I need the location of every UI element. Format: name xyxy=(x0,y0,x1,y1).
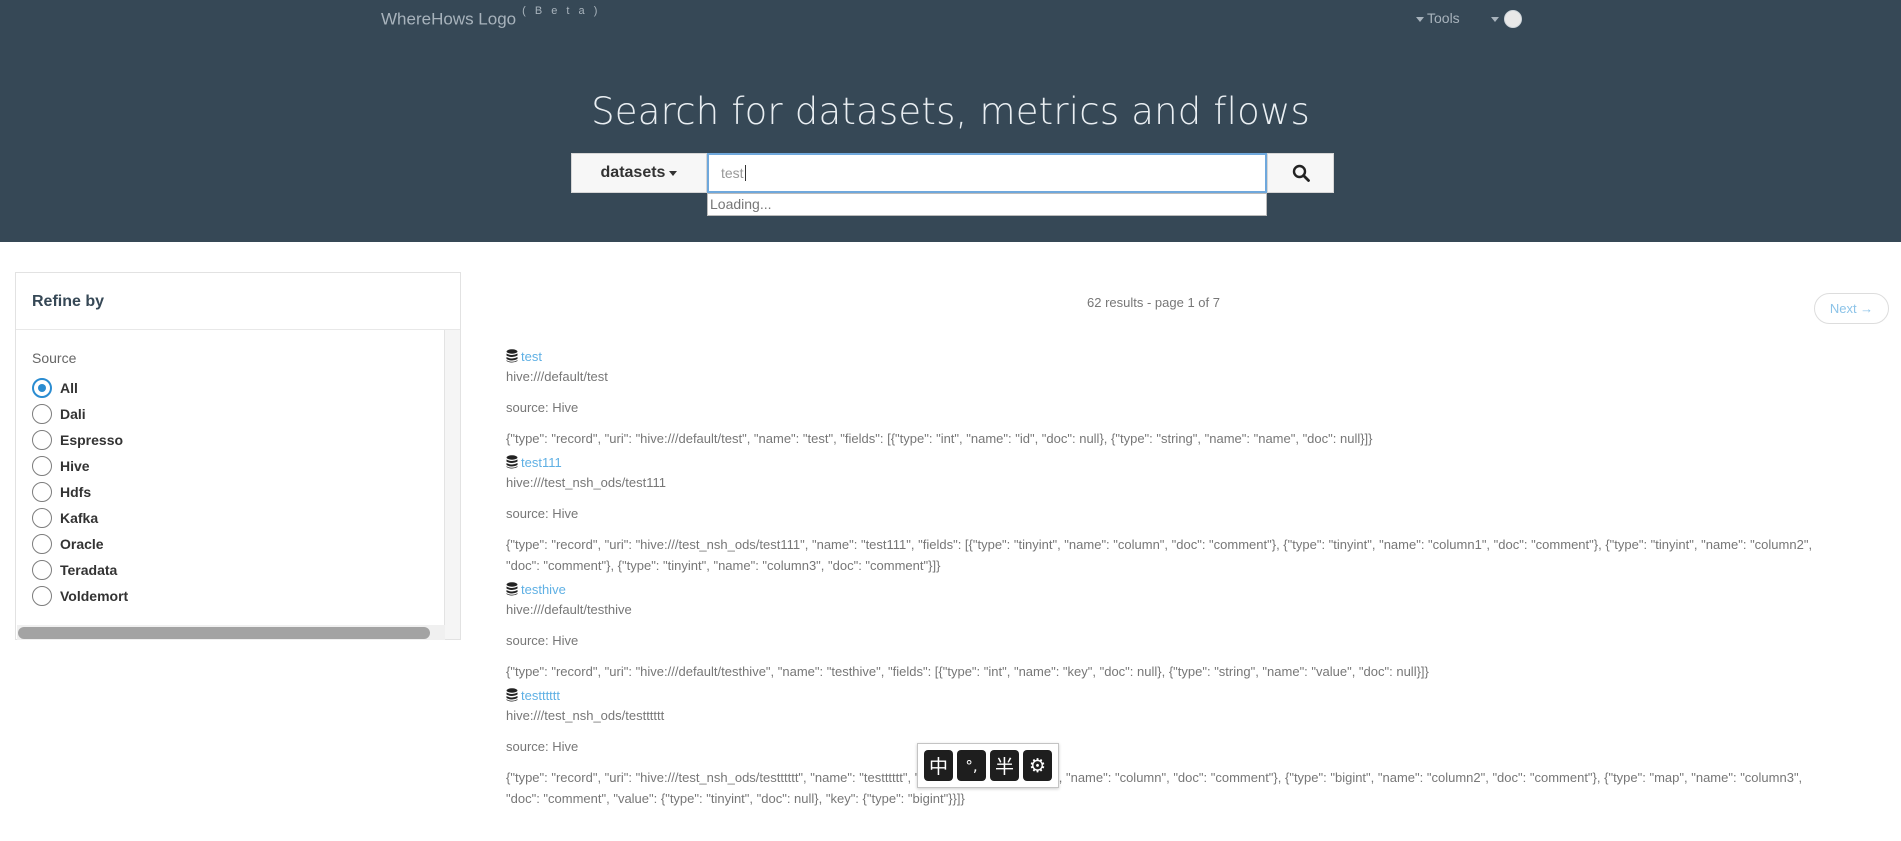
ime-toolbar: 中 °, 半 ⚙ xyxy=(917,743,1059,788)
search-input-value: test xyxy=(721,165,744,181)
dataset-schema: {"type": "record", "uri": "hive:///defau… xyxy=(506,428,1886,449)
refine-panel: Refine by Source All Dali Espresso Hive … xyxy=(15,272,461,640)
search-bar: datasets test xyxy=(571,153,1334,193)
radio-button[interactable] xyxy=(32,508,52,528)
result-item: test111 hive:///test_nsh_ods/test111 sou… xyxy=(506,453,1886,576)
punctuation-icon[interactable]: °, xyxy=(957,750,986,781)
result-item: test hive:///default/test source: Hive {… xyxy=(506,347,1886,449)
caret-down-icon xyxy=(1416,16,1424,22)
source-option-all[interactable]: All xyxy=(32,375,128,401)
search-button[interactable] xyxy=(1267,153,1334,193)
radio-button[interactable] xyxy=(32,430,52,450)
radio-label: Oracle xyxy=(60,536,104,552)
next-page-button[interactable]: Next → xyxy=(1814,293,1889,324)
database-icon xyxy=(506,349,518,363)
dataset-source: source: Hive xyxy=(506,633,579,648)
dataset-link[interactable]: test111 xyxy=(521,455,562,470)
beta-label: ( B e t a ) xyxy=(522,5,601,17)
results-summary: 62 results - page 1 of 7 xyxy=(1087,295,1220,310)
schema-line: "doc": "comment", "value": {"type": "tin… xyxy=(506,791,965,806)
refine-title: Refine by xyxy=(32,293,105,310)
dataset-schema: {"type": "record", "uri": "hive:///test_… xyxy=(506,534,1886,576)
dataset-link[interactable]: test xyxy=(521,349,542,364)
source-option-hdfs[interactable]: Hdfs xyxy=(32,479,128,505)
caret-down-icon xyxy=(669,170,678,176)
source-option-oracle[interactable]: Oracle xyxy=(32,531,128,557)
page-title: Search for datasets, metrics and flows xyxy=(591,90,1310,133)
radio-label: Hive xyxy=(60,458,90,474)
results-list: test hive:///default/test source: Hive {… xyxy=(506,347,1886,813)
source-option-teradata[interactable]: Teradata xyxy=(32,557,128,583)
scrollbar-thumb[interactable] xyxy=(18,627,430,639)
user-menu[interactable] xyxy=(1491,10,1522,28)
dataset-uri: hive:///default/test xyxy=(506,369,608,384)
radio-label: Teradata xyxy=(60,562,118,578)
source-option-hive[interactable]: Hive xyxy=(32,453,128,479)
radio-label: Dali xyxy=(60,406,86,422)
result-title: testhive xyxy=(506,580,1886,598)
database-icon xyxy=(506,582,518,596)
result-item: testttttt hive:///test_nsh_ods/testttttt… xyxy=(506,686,1886,809)
schema-line: {"type": "record", "uri": "hive:///defau… xyxy=(506,431,1373,446)
radio-button[interactable] xyxy=(32,378,52,398)
category-dropdown[interactable]: datasets xyxy=(571,153,707,193)
dataset-link[interactable]: testhive xyxy=(521,582,566,597)
filter-scroll-area: Source All Dali Espresso Hive Hdfs Kafka… xyxy=(16,330,446,627)
database-icon xyxy=(506,688,518,702)
source-radio-group: All Dali Espresso Hive Hdfs Kafka Oracle… xyxy=(32,375,128,609)
radio-label: Voldemort xyxy=(60,588,129,604)
typeahead-dropdown: Loading... xyxy=(707,193,1267,216)
category-label: datasets xyxy=(600,164,666,181)
radio-button[interactable] xyxy=(32,586,52,606)
radio-button[interactable] xyxy=(32,404,52,424)
result-title: testttttt xyxy=(506,686,1886,704)
dataset-source: source: Hive xyxy=(506,400,579,415)
source-option-dali[interactable]: Dali xyxy=(32,401,128,427)
radio-label: All xyxy=(60,380,78,396)
typeahead-status: Loading... xyxy=(710,196,772,212)
search-icon xyxy=(1292,164,1310,182)
logo-text[interactable]: WhereHows Logo xyxy=(381,10,516,29)
radio-button[interactable] xyxy=(32,534,52,554)
dataset-link[interactable]: testttttt xyxy=(521,688,560,703)
radio-label: Espresso xyxy=(60,432,124,448)
database-icon xyxy=(506,455,518,469)
dataset-uri: hive:///test_nsh_ods/test111 xyxy=(506,475,666,490)
horizontal-scrollbar[interactable] xyxy=(17,625,445,640)
caret-down-icon xyxy=(1491,16,1499,22)
gear-icon[interactable]: ⚙ xyxy=(1023,750,1052,781)
radio-button[interactable] xyxy=(32,560,52,580)
logo[interactable]: WhereHows Logo ( B e t a ) xyxy=(381,5,600,30)
source-option-kafka[interactable]: Kafka xyxy=(32,505,128,531)
radio-button[interactable] xyxy=(32,456,52,476)
avatar[interactable] xyxy=(1504,10,1522,28)
tools-label[interactable]: Tools xyxy=(1427,10,1460,26)
search-input[interactable]: test xyxy=(707,153,1267,193)
result-title: test111 xyxy=(506,453,1886,471)
dataset-source: source: Hive xyxy=(506,506,579,521)
schema-line: {"type": "record", "uri": "hive:///defau… xyxy=(506,664,1429,679)
schema-line: {"type": "record", "uri": "hive:///test_… xyxy=(506,537,1813,552)
source-label: Source xyxy=(32,350,77,366)
tools-menu[interactable]: Tools xyxy=(1416,10,1460,26)
vertical-scrollbar[interactable] xyxy=(444,330,460,639)
radio-button[interactable] xyxy=(32,482,52,502)
dataset-uri: hive:///test_nsh_ods/testttttt xyxy=(506,708,665,723)
radio-label: Hdfs xyxy=(60,484,92,500)
schema-line: "doc": "comment"}, {"type": "tinyint", "… xyxy=(506,558,941,573)
half-width-icon[interactable]: 半 xyxy=(990,750,1019,781)
source-option-espresso[interactable]: Espresso xyxy=(32,427,128,453)
dataset-uri: hive:///default/testhive xyxy=(506,602,632,617)
source-option-voldemort[interactable]: Voldemort xyxy=(32,583,128,609)
text-cursor xyxy=(744,165,746,181)
result-title: test xyxy=(506,347,1886,365)
radio-label: Kafka xyxy=(60,510,99,526)
result-item: testhive hive:///default/testhive source… xyxy=(506,580,1886,682)
dataset-schema: {"type": "record", "uri": "hive:///test_… xyxy=(506,767,1886,809)
dataset-source: source: Hive xyxy=(506,739,579,754)
dataset-schema: {"type": "record", "uri": "hive:///defau… xyxy=(506,661,1886,682)
schema-line: {"type": "record", "uri": "hive:///test_… xyxy=(506,770,1803,785)
chinese-mode-icon[interactable]: 中 xyxy=(924,750,953,781)
